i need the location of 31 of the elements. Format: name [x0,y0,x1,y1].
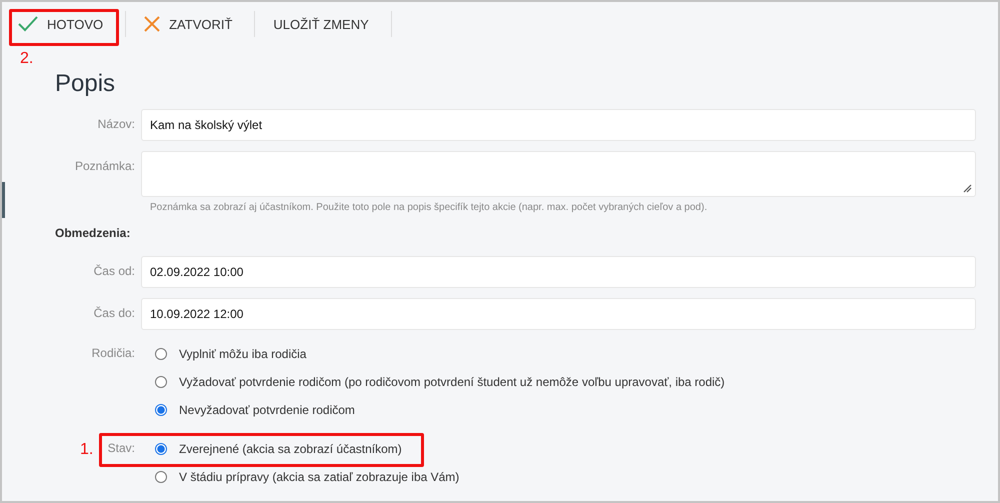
step-number: 2. [20,50,34,68]
field-label: Názov: [98,117,135,131]
radio-button[interactable] [155,404,167,416]
radio-button[interactable] [155,443,167,455]
hint-text: Poznámka sa zobrazí aj účastníkom. Použite toto pole na popis špecifík tejto akcie (napr. max. počet vybraných cieľov a pod). [149,201,708,213]
option-label: Vyžadovať potvrdenie rodičom (po rodičovom potvrdení študent už nemôže voľbu upravovať, iba rodič) [179,375,725,389]
option-label: Vyplniť môžu iba rodičia [179,347,306,361]
toolbar-button[interactable]: ZATVORIŤ [136,7,246,41]
field-label: Rodičia: [92,346,135,360]
option-label: V štádiu prípravy (akcia sa zatiaľ zobrazuje iba Vám) [179,470,460,484]
section-title: Obmedzenia: [55,226,132,240]
check-icon [18,16,38,32]
input-field[interactable]: 10.09.2022 12:00 [141,298,976,330]
step-number: 1. [80,441,94,459]
option-label: Zverejnené (akcia sa zobrazí účastníkom) [179,442,402,456]
input-field[interactable]: Kam na školský výlet [141,109,976,141]
side-handle [2,182,5,218]
toolbar-button[interactable]: HOTOVO [10,7,118,41]
radio-button[interactable] [155,376,167,388]
field-label: Poznámka: [74,159,135,173]
resize-grip-icon[interactable] [963,184,972,193]
radio-button[interactable] [155,348,167,360]
close-icon [144,16,160,32]
input-field[interactable]: 02.09.2022 10:00 [141,256,976,288]
field-label: Stav: [108,441,135,455]
toolbar-button[interactable]: ULOŽIŤ ZMENY [265,7,383,41]
field-label: Čas do: [94,306,135,320]
section-heading: Popis [55,70,116,98]
radio-button[interactable] [155,471,167,483]
field-label: Čas od: [94,264,135,278]
option-label: Nevyžadovať potvrdenie rodičom [179,403,355,417]
